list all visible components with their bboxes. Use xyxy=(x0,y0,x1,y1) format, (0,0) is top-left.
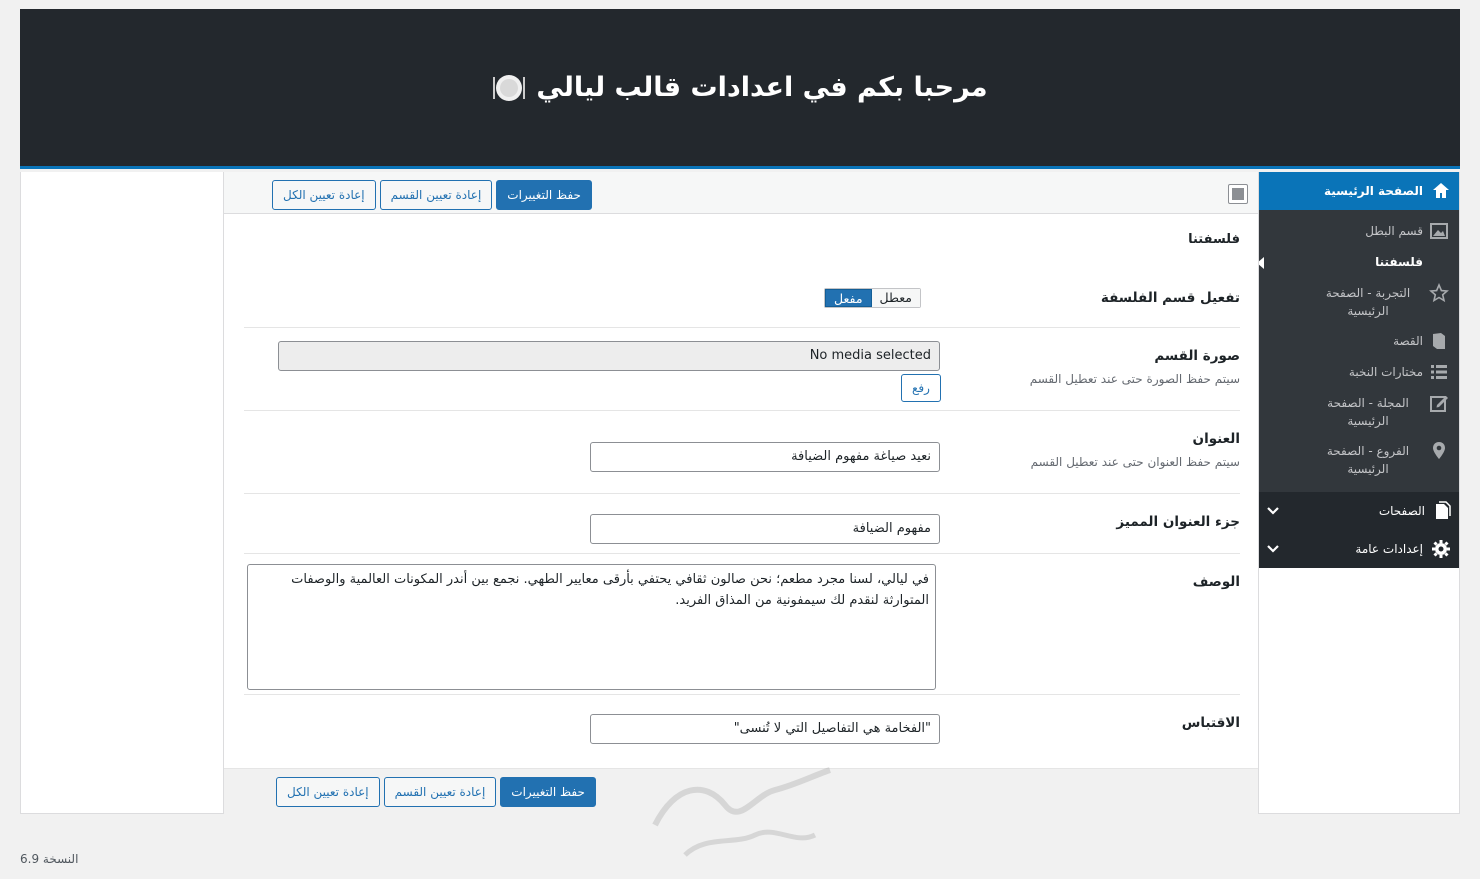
sidebar-item-label: مختارات النخبة xyxy=(1348,365,1423,379)
sidebar-top-label: الصفحة الرئيسية xyxy=(1323,184,1423,198)
heading-label-text: العنوان xyxy=(1192,431,1240,447)
location-icon xyxy=(1433,442,1445,459)
image-hint: سيتم حفظ الصورة حتى عند تعطيل القسم xyxy=(1029,372,1240,386)
sidebar-item-story[interactable]: القصة xyxy=(1258,326,1459,357)
toggle-on[interactable]: مفعل xyxy=(825,289,872,307)
heading-input[interactable]: نعيد صياغة مفهوم الضيافة xyxy=(590,442,940,472)
sidebar-item-philosophy[interactable]: فلسفتنا xyxy=(1257,247,1459,278)
version-text: النسخة 6.9 xyxy=(20,852,79,866)
top-toolbar: حفظ التغييرات إعادة تعيين القسم إعادة تع… xyxy=(224,172,1258,214)
blank-icon xyxy=(1429,252,1449,272)
layout-toggle-icon[interactable] xyxy=(1228,184,1248,204)
row-quote: الاقتباس "الفخامة هي التفاصيل التي لا تُ… xyxy=(244,695,1240,768)
watermark-logo xyxy=(652,767,831,857)
description-label: الوصف xyxy=(1192,574,1240,590)
sidebar-item-home[interactable]: الصفحة الرئيسية xyxy=(1258,172,1459,210)
quote-label: الاقتباس xyxy=(1181,715,1240,731)
description-textarea[interactable]: في ليالي، لسنا مجرد مطعم؛ نحن صالون ثقاف… xyxy=(247,564,936,690)
home-icon xyxy=(1433,183,1449,198)
save-button[interactable]: حفظ التغييرات xyxy=(496,180,592,210)
heading-label: العنوان سيتم حفظ العنوان حتى عند تعطيل ا… xyxy=(980,431,1240,469)
toolbar-buttons: حفظ التغييرات إعادة تعيين القسم إعادة تع… xyxy=(272,180,592,210)
sidebar-group-label: الصفحات xyxy=(1378,504,1425,518)
media-field[interactable]: No media selected xyxy=(278,341,940,371)
section-title: فلسفتنا xyxy=(1188,232,1240,247)
sidebar-group-pages[interactable]: الصفحات xyxy=(1258,492,1459,530)
chevron-down-icon xyxy=(1267,545,1279,553)
reset-section-button[interactable]: إعادة تعيين القسم xyxy=(379,180,493,210)
sidebar-item-experience[interactable]: التجربة - الصفحة الرئيسية xyxy=(1258,278,1459,326)
toggle-off[interactable]: معطل xyxy=(871,289,920,307)
star-icon xyxy=(1429,283,1449,303)
header-title-wrap: مرحبا بكم في اعدادات قالب ليالي xyxy=(492,71,988,105)
heading-hint: سيتم حفظ العنوان حتى عند تعطيل القسم xyxy=(1030,455,1240,469)
enable-label: تفعيل قسم الفلسفة xyxy=(1100,290,1240,306)
sidebar-item-label: فلسفتنا xyxy=(1375,255,1423,269)
bottom-buttons: حفظ التغييرات إعادة تعيين القسم إعادة تع… xyxy=(276,777,596,807)
settings-frame: الصفحة الرئيسية قسم البطل فلسفتنا التجرب… xyxy=(20,172,1460,814)
page-title: مرحبا بكم في اعدادات قالب ليالي xyxy=(536,72,988,103)
settings-content: حفظ التغييرات إعادة تعيين القسم إعادة تع… xyxy=(223,172,1259,814)
sidebar-item-elite[interactable]: مختارات النخبة xyxy=(1258,357,1459,388)
image-label-text: صورة القسم xyxy=(1154,348,1240,364)
book-icon xyxy=(1433,333,1445,349)
row-enable: تفعيل قسم الفلسفة مفعل معطل xyxy=(244,284,1240,328)
sidebar-item-label: التجربة - الصفحة الرئيسية xyxy=(1325,286,1411,318)
settings-sidebar: الصفحة الرئيسية قسم البطل فلسفتنا التجرب… xyxy=(1257,172,1459,568)
sidebar-item-hero[interactable]: قسم البطل xyxy=(1258,216,1459,247)
pages-icon xyxy=(1436,501,1451,519)
save-button[interactable]: حفظ التغييرات xyxy=(500,777,596,807)
row-heading: العنوان سيتم حفظ العنوان حتى عند تعطيل ا… xyxy=(244,411,1240,494)
enable-toggle[interactable]: مفعل معطل xyxy=(824,288,921,308)
quote-input[interactable]: "الفخامة هي التفاصيل التي لا تُنسى" xyxy=(590,714,940,744)
gear-icon xyxy=(1432,540,1450,558)
sidebar-item-label: قسم البطل xyxy=(1365,224,1423,238)
reset-all-button[interactable]: إعادة تعيين الكل xyxy=(276,777,380,807)
reset-section-button[interactable]: إعادة تعيين القسم xyxy=(383,777,497,807)
row-image: صورة القسم سيتم حفظ الصورة حتى عند تعطيل… xyxy=(244,328,1240,411)
sidebar-item-branches[interactable]: الفروع - الصفحة الرئيسية xyxy=(1258,436,1459,484)
sidebar-group-label: إعدادات عامة xyxy=(1355,542,1423,556)
highlight-input[interactable]: مفهوم الضيافة xyxy=(590,514,940,544)
reset-all-button[interactable]: إعادة تعيين الكل xyxy=(272,180,376,210)
plate-icon xyxy=(493,74,526,101)
page-header: مرحبا بكم في اعدادات قالب ليالي xyxy=(20,9,1460,169)
sidebar-item-magazine[interactable]: المجلة - الصفحة الرئيسية xyxy=(1258,388,1459,436)
list-icon xyxy=(1431,365,1447,379)
row-highlight: جزء العنوان المميز مفهوم الضيافة xyxy=(244,494,1240,554)
sidebar-group-general[interactable]: إعدادات عامة xyxy=(1258,530,1459,568)
chevron-down-icon xyxy=(1267,507,1279,515)
image-label: صورة القسم سيتم حفظ الصورة حتى عند تعطيل… xyxy=(980,348,1240,386)
upload-button[interactable]: رفع xyxy=(901,374,941,402)
edit-icon xyxy=(1430,396,1448,412)
sidebar-item-label: القصة xyxy=(1393,334,1423,348)
highlight-label: جزء العنوان المميز xyxy=(1116,514,1240,530)
row-description: الوصف في ليالي، لسنا مجرد مطعم؛ نحن صالو… xyxy=(244,554,1240,695)
sidebar-item-label: المجلة - الصفحة الرئيسية xyxy=(1327,396,1409,428)
image-icon xyxy=(1430,223,1448,239)
sidebar-sub-list: قسم البطل فلسفتنا التجربة - الصفحة الرئي… xyxy=(1257,210,1459,484)
sidebar-item-label: الفروع - الصفحة الرئيسية xyxy=(1326,444,1410,476)
